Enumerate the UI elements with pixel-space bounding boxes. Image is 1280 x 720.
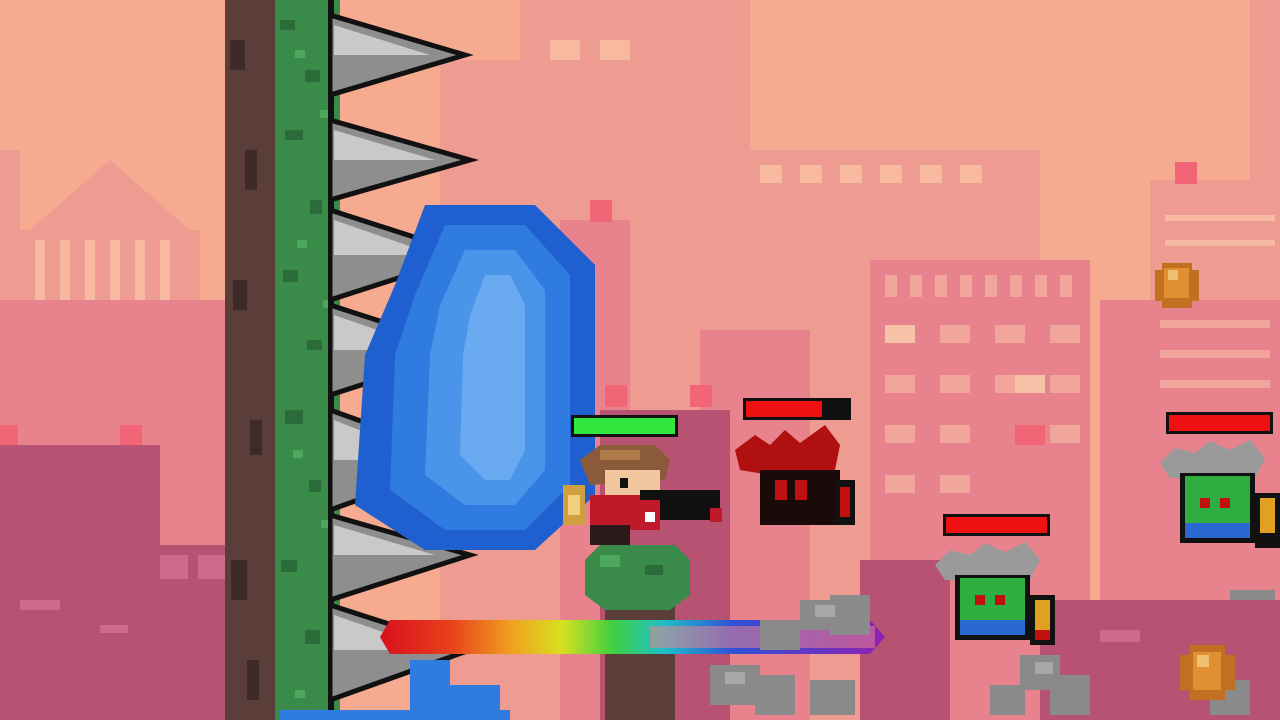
enemy-health-bar (743, 398, 851, 420)
player-health-bar (571, 415, 678, 437)
player-health-fill (574, 418, 675, 434)
red-beetle-enemy (735, 425, 855, 525)
enemy-health-fill (946, 517, 1047, 533)
tree-trunk-wall (225, 0, 340, 720)
enemy-health-bar (943, 514, 1050, 536)
enemy-health-bar (1166, 412, 1273, 434)
orange-orb-pickup (1155, 263, 1199, 308)
green-blob-enemy (1160, 440, 1280, 548)
green-blob-enemy (935, 542, 1055, 645)
enemy-health-fill (1169, 415, 1270, 431)
game-scene[interactable] (0, 0, 1280, 720)
enemy-health-fill (746, 401, 822, 417)
orange-orb-pickup (1180, 645, 1235, 700)
player-character (563, 445, 722, 545)
